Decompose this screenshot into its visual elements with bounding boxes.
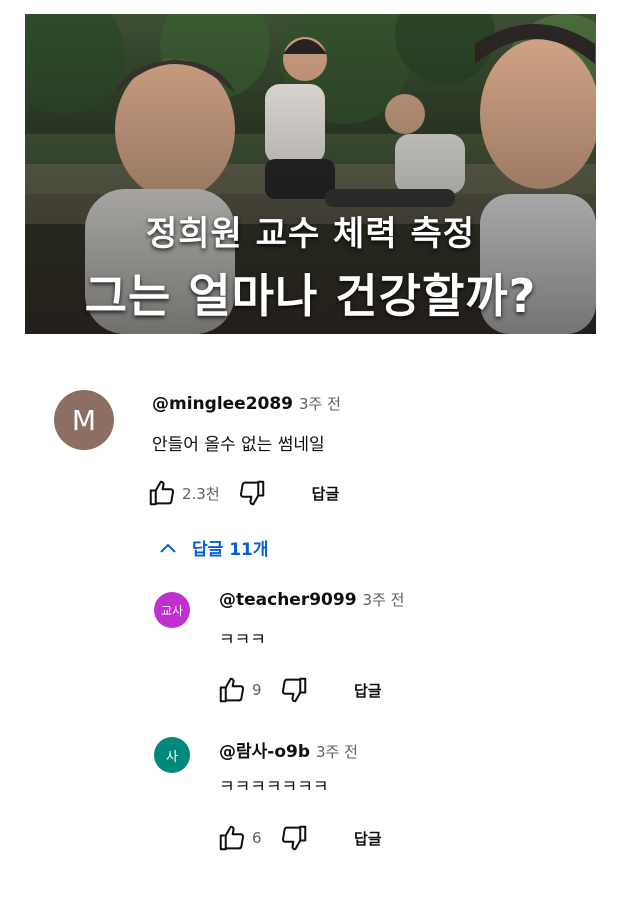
video-thumbnail[interactable]: 정희원 교수 체력 측정 그는 얼마나 건강할까? <box>25 14 596 334</box>
thumbs-up-icon <box>149 480 175 506</box>
replies-toggle[interactable]: 답글 11개 <box>160 535 269 560</box>
thumbnail-title-line1: 정희원 교수 체력 측정 <box>145 214 476 254</box>
like-button[interactable] <box>146 477 178 509</box>
reply-avatar[interactable]: 사 <box>154 737 190 773</box>
reply-time[interactable]: 3주 전 <box>363 591 405 609</box>
comment-handle[interactable]: @minglee2089 <box>152 394 293 414</box>
reply-avatar[interactable]: 교사 <box>154 592 190 628</box>
dislike-button[interactable] <box>278 674 310 706</box>
comment-author[interactable]: @minglee2089 3주 전 <box>152 393 341 414</box>
like-count: 9 <box>252 681 262 699</box>
like-count: 6 <box>252 829 262 847</box>
chevron-up-icon <box>160 543 176 553</box>
thumbs-down-icon <box>239 480 264 506</box>
reply-actions: 6 답글 <box>216 822 382 854</box>
reply-button[interactable]: 답글 <box>312 483 340 504</box>
like-button[interactable] <box>216 822 248 854</box>
reply-avatar-text: 사 <box>166 749 178 765</box>
comment-text: 안들어 올수 없는 썸네일 <box>152 435 325 455</box>
reply-button[interactable]: 답글 <box>354 828 382 849</box>
dislike-button[interactable] <box>278 822 310 854</box>
like-button[interactable] <box>216 674 248 706</box>
thumbs-down-icon <box>281 677 307 703</box>
reply-author[interactable]: @teacher9099 3주 전 <box>219 589 404 610</box>
avatar-letter: M <box>71 403 97 437</box>
reply-button[interactable]: 답글 <box>354 680 382 701</box>
reply-avatar-text: 교사 <box>160 603 184 618</box>
reply-handle[interactable]: @람사-o9b <box>219 742 310 762</box>
reply-text: ㅋㅋㅋㅋㅋㅋㅋ <box>219 777 329 797</box>
avatar[interactable]: M <box>54 390 114 450</box>
reply-actions: 9 답글 <box>216 674 382 706</box>
comment-actions: 2.3천 답글 <box>146 477 339 509</box>
comment-time[interactable]: 3주 전 <box>299 395 341 413</box>
reply-handle[interactable]: @teacher9099 <box>219 590 357 610</box>
reply-time[interactable]: 3주 전 <box>316 743 358 761</box>
replies-count: 답글 11개 <box>192 540 269 560</box>
thumbnail-title-line2: 그는 얼마나 건강할까? <box>84 269 537 323</box>
thumbs-up-icon <box>219 677 245 703</box>
thumbs-down-icon <box>281 825 307 851</box>
like-count: 2.3천 <box>182 484 220 503</box>
thumbs-up-icon <box>219 825 245 851</box>
dislike-button[interactable] <box>236 477 268 509</box>
reply-text: ㅋㅋㅋ <box>219 630 266 650</box>
reply-author[interactable]: @람사-o9b 3주 전 <box>219 737 358 762</box>
